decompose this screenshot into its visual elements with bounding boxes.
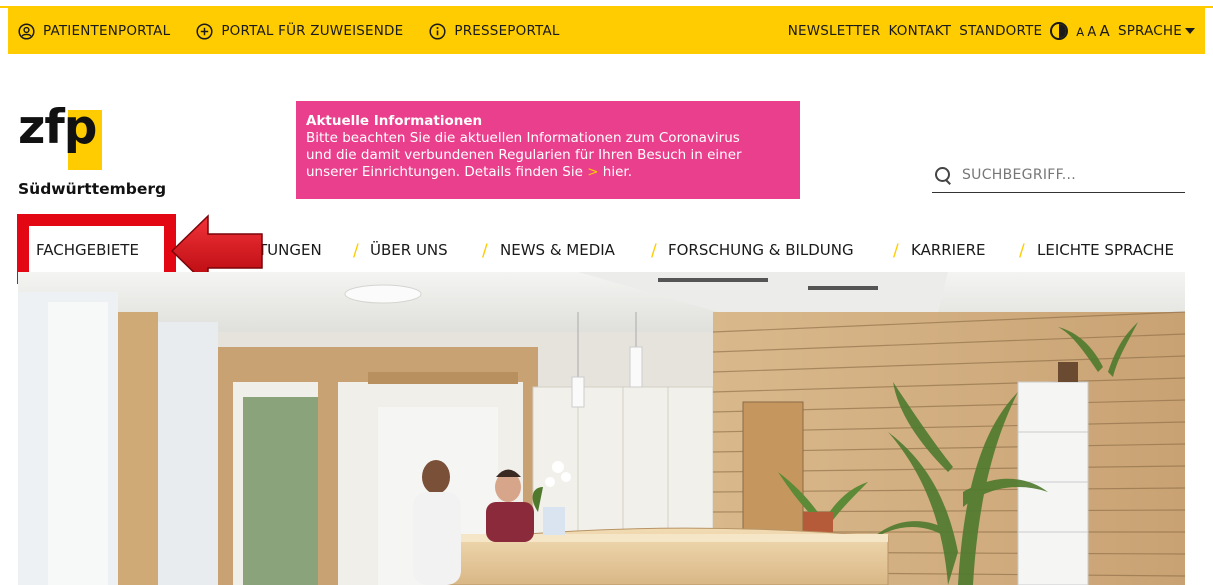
nav-item-leichte-sprache[interactable]: LEICHTE SPRACHE (1037, 241, 1174, 259)
portal-zuweisende-link[interactable]: PORTAL FÜR ZUWEISENDE (196, 22, 404, 40)
info-box-line-3: unserer Einrichtungen. Details finden Si… (306, 164, 790, 181)
presseportal-link[interactable]: PRESSEPORTAL (429, 22, 560, 40)
search-icon[interactable] (934, 166, 952, 184)
font-size-medium-button[interactable]: A (1087, 25, 1096, 40)
info-circle-icon (429, 22, 446, 40)
logo-mark: zfp (18, 104, 188, 170)
corona-info-box: Aktuelle Informationen Bitte beachten Si… (296, 101, 800, 199)
info-box-line-2: und die damit verbundenen Regularien für… (306, 147, 742, 163)
nav-separator: / (893, 241, 899, 261)
nav-item-karriere[interactable]: KARRIERE (911, 241, 985, 259)
topbar-inner: PATIENTENPORTAL PORTAL FÜR ZUWEISENDE PR… (8, 8, 1205, 54)
chevron-down-icon (1185, 28, 1195, 34)
font-size-switcher: A A A (1076, 22, 1110, 40)
nav-separator: / (353, 241, 359, 261)
plus-circle-icon (196, 22, 213, 40)
presseportal-label: PRESSEPORTAL (454, 23, 560, 39)
topbar-left-links: PATIENTENPORTAL PORTAL FÜR ZUWEISENDE PR… (8, 22, 560, 40)
nav-item-ueber-uns[interactable]: ÜBER UNS (370, 241, 448, 259)
search-input[interactable] (962, 166, 1162, 183)
logo[interactable]: zfp Südwürttemberg (18, 104, 188, 205)
topbar-right-links: NEWSLETTER KONTAKT STANDORTE A A A SPRAC… (788, 22, 1205, 40)
portal-zuweisende-label: PORTAL FÜR ZUWEISENDE (221, 23, 404, 39)
nav-item-forschung-bildung[interactable]: FORSCHUNG & BILDUNG (668, 241, 854, 259)
info-box-title: Aktuelle Informationen (306, 113, 483, 129)
kontakt-link[interactable]: KONTAKT (888, 23, 951, 39)
info-box-line-3-text: unserer Einrichtungen. Details finden Si… (306, 164, 583, 180)
search-bar (932, 157, 1185, 193)
chevron-right-icon: > (587, 164, 599, 180)
info-box-line-1: Bitte beachten Sie die aktuellen Informa… (306, 130, 740, 146)
nav-separator: / (1019, 241, 1025, 261)
info-box-link[interactable]: hier. (603, 164, 632, 180)
logo-subtitle: Südwürttemberg (18, 180, 167, 198)
nav-separator: / (482, 241, 488, 261)
top-bar: PATIENTENPORTAL PORTAL FÜR ZUWEISENDE PR… (0, 0, 1213, 62)
nav-item-einrichtungen[interactable]: TUNGEN (258, 241, 322, 259)
font-size-small-button[interactable]: A (1076, 25, 1084, 39)
hero-image (18, 272, 1185, 585)
contrast-icon[interactable] (1050, 22, 1069, 40)
standorte-link[interactable]: STANDORTE (959, 23, 1042, 39)
patientenportal-label: PATIENTENPORTAL (43, 23, 171, 39)
language-label: SPRACHE (1117, 23, 1182, 39)
nav-separator: / (651, 241, 657, 261)
newsletter-link[interactable]: NEWSLETTER (788, 23, 881, 39)
nav-item-news-media[interactable]: NEWS & MEDIA (500, 241, 615, 259)
font-size-large-button[interactable]: A (1099, 22, 1109, 40)
reception-photo (18, 272, 1185, 585)
logo-letters: zfp (18, 100, 97, 155)
language-dropdown[interactable]: SPRACHE (1118, 23, 1195, 39)
patientenportal-link[interactable]: PATIENTENPORTAL (18, 22, 171, 40)
user-circle-icon (18, 22, 35, 40)
